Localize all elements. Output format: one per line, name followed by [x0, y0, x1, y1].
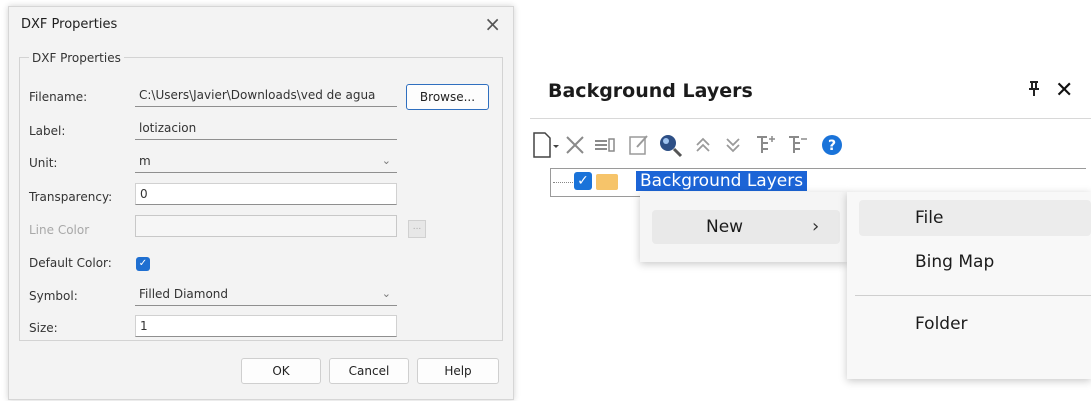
delete-icon[interactable] — [562, 131, 588, 159]
default-color-checkbox[interactable]: ✓ — [136, 257, 150, 271]
edit-icon[interactable] — [626, 131, 652, 159]
tree-connector — [553, 182, 573, 183]
line-color-field — [135, 215, 397, 237]
properties-icon[interactable] — [592, 131, 618, 159]
size-field[interactable]: 1 — [135, 315, 397, 337]
default-color-label: Default Color: — [29, 256, 112, 270]
submenu-new: File Bing Map Folder — [847, 192, 1091, 379]
line-color-label: Line Color — [29, 223, 90, 237]
chevron-down-icon: ⌄ — [381, 287, 391, 300]
panel-divider — [530, 118, 1091, 119]
symbol-label: Symbol: — [29, 289, 78, 303]
transparency-label: Transparency: — [29, 190, 113, 204]
help-icon[interactable]: ? — [818, 131, 846, 159]
chevron-down-icon: ⌄ — [381, 154, 391, 167]
filename-field[interactable]: C:\Users\Javier\Downloads\ved de agua — [135, 85, 397, 107]
layer-checkbox[interactable]: ✓ — [574, 172, 592, 190]
dxf-properties-dialog: DXF Properties × DXF Properties Filename… — [8, 6, 514, 400]
menu-item-new-label: New — [706, 217, 744, 237]
submenu-item-file[interactable]: File — [915, 208, 943, 228]
close-panel-icon[interactable]: ✕ — [1055, 78, 1073, 103]
zoom-to-layer-icon[interactable] — [656, 131, 684, 159]
browse-button[interactable]: Browse... — [406, 84, 489, 110]
unit-value: m — [139, 154, 151, 168]
new-layer-icon[interactable] — [530, 131, 560, 159]
label-field[interactable]: lotizacion — [135, 118, 397, 140]
ok-button[interactable]: OK — [241, 358, 321, 384]
line-color-button: ... — [408, 220, 426, 238]
submenu-item-highlight — [859, 200, 1091, 236]
background-layers-panel: Background Layers ✕ ? ✓ Background Layer… — [530, 68, 1091, 401]
dialog-title: DXF Properties — [21, 17, 118, 32]
context-menu: New › — [640, 192, 848, 262]
submenu-item-bing-map[interactable]: Bing Map — [915, 252, 994, 272]
folder-icon — [596, 174, 618, 190]
tree-root-label[interactable]: Background Layers — [636, 171, 808, 191]
group-label: DXF Properties — [29, 51, 124, 65]
submenu-item-folder[interactable]: Folder — [915, 314, 968, 334]
menu-divider — [855, 295, 1091, 296]
panel-title: Background Layers — [548, 80, 753, 102]
move-down-icon[interactable] — [720, 131, 746, 159]
unit-label: Unit: — [29, 156, 58, 170]
collapse-icon[interactable] — [784, 131, 812, 159]
label-label: Label: — [29, 124, 66, 138]
filename-label: Filename: — [29, 90, 88, 104]
help-button[interactable]: Help — [417, 358, 499, 384]
expand-icon[interactable] — [752, 131, 780, 159]
transparency-field[interactable]: 0 — [135, 183, 397, 205]
pin-icon[interactable] — [1028, 81, 1040, 102]
close-icon[interactable]: × — [484, 12, 501, 36]
move-up-icon[interactable] — [690, 131, 716, 159]
unit-select[interactable]: m ⌄ — [135, 151, 397, 173]
symbol-select[interactable]: Filled Diamond ⌄ — [135, 284, 397, 306]
size-label: Size: — [29, 321, 58, 335]
svg-text:?: ? — [828, 138, 836, 154]
chevron-right-icon: › — [812, 216, 820, 237]
cancel-button[interactable]: Cancel — [329, 358, 409, 384]
symbol-value: Filled Diamond — [139, 287, 229, 301]
